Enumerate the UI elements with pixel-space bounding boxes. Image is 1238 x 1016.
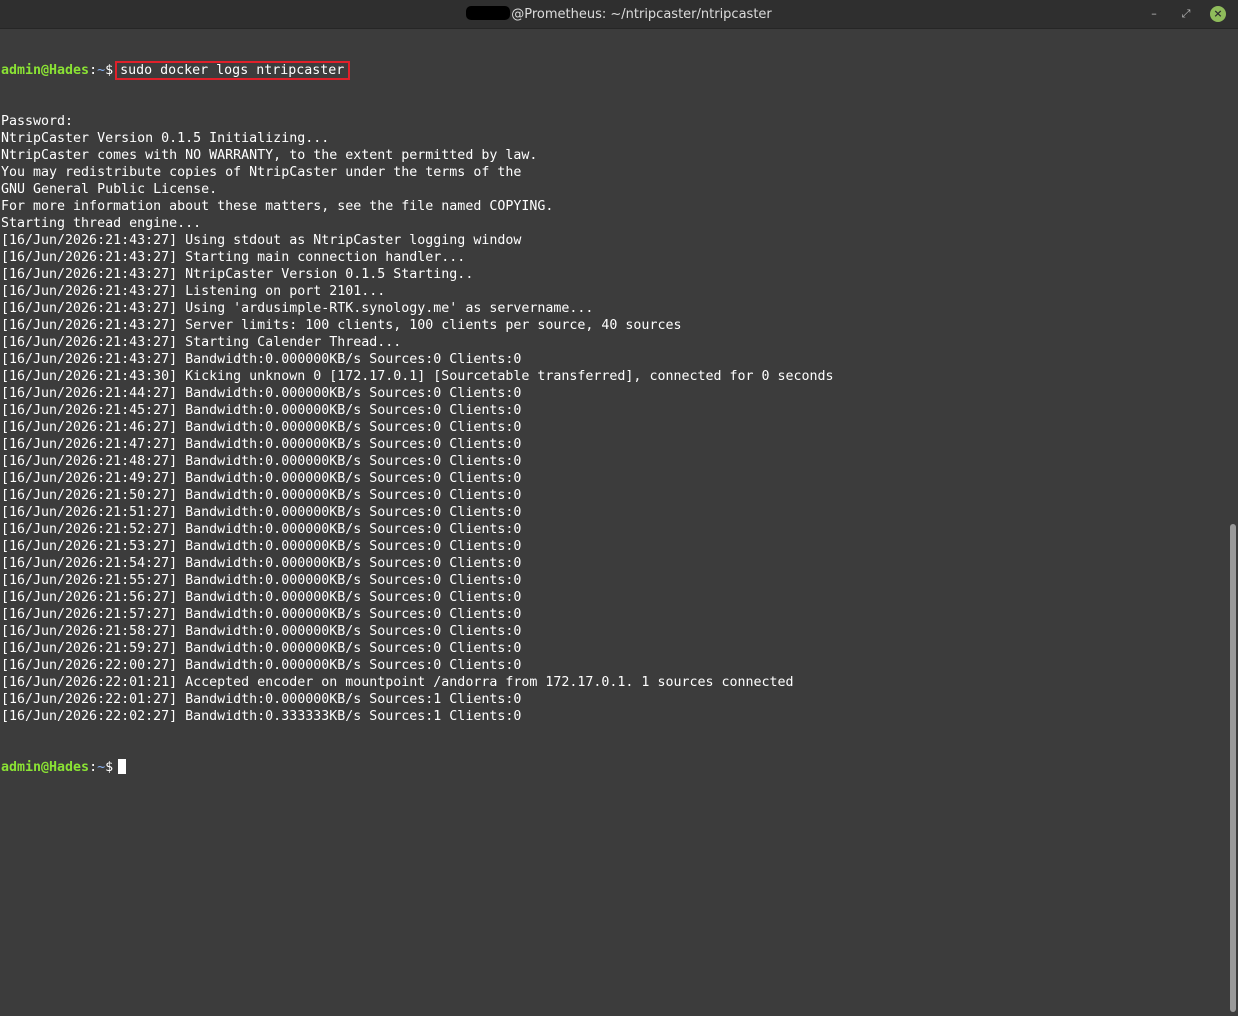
log-line: [16/Jun/2026:21:59:27] Bandwidth:0.00000… (1, 641, 522, 656)
log-line: [16/Jun/2026:21:43:27] Server limits: 10… (1, 318, 682, 333)
prompt-path: ~ (97, 63, 106, 78)
prompt-symbol: $ (105, 760, 114, 775)
log-line: NtripCaster Version 0.1.5 Initializing..… (1, 131, 330, 146)
log-line: GNU General Public License. (1, 182, 218, 197)
log-line: [16/Jun/2026:21:43:27] Using stdout as N… (1, 233, 522, 248)
scrollbar-thumb[interactable] (1230, 524, 1236, 1012)
active-prompt-line: admin@Hades:~$ (1, 759, 1227, 776)
log-line: [16/Jun/2026:21:54:27] Bandwidth:0.00000… (1, 556, 522, 571)
prompt-path: ~ (97, 760, 106, 775)
maximize-icon[interactable]: ⤢ (1178, 6, 1194, 22)
log-line: [16/Jun/2026:21:53:27] Bandwidth:0.00000… (1, 539, 522, 554)
log-line: [16/Jun/2026:21:50:27] Bandwidth:0.00000… (1, 488, 522, 503)
prompt-user-host: admin@Hades (1, 760, 90, 775)
redacted-username (466, 6, 511, 20)
scrollbar[interactable] (1228, 28, 1238, 1016)
prompt-separator: : (89, 760, 98, 775)
terminal-window: @Prometheus: ~/ntripcaster/ntripcaster –… (0, 0, 1238, 1016)
log-line: [16/Jun/2026:21:43:27] Starting Calender… (1, 335, 402, 350)
command-line: admin@Hades:~$ sudo docker logs ntripcast… (1, 61, 1227, 80)
title-bar[interactable]: @Prometheus: ~/ntripcaster/ntripcaster –… (0, 0, 1238, 29)
terminal-output[interactable]: admin@Hades:~$ sudo docker logs ntripcast… (0, 28, 1227, 1016)
log-line: [16/Jun/2026:21:56:27] Bandwidth:0.00000… (1, 590, 522, 605)
log-line: Password: (1, 114, 74, 129)
log-line: [16/Jun/2026:21:49:27] Bandwidth:0.00000… (1, 471, 522, 486)
highlighted-command: sudo docker logs ntripcaster (115, 61, 351, 80)
log-line: NtripCaster comes with NO WARRANTY, to t… (1, 148, 538, 163)
log-line: [16/Jun/2026:21:43:27] Starting main con… (1, 250, 466, 265)
log-line: [16/Jun/2026:22:01:27] Bandwidth:0.00000… (1, 692, 522, 707)
close-icon[interactable]: × (1210, 6, 1226, 22)
log-line: [16/Jun/2026:21:43:27] Using 'ardusimple… (1, 301, 594, 316)
log-line: [16/Jun/2026:22:00:27] Bandwidth:0.00000… (1, 658, 522, 673)
log-line: [16/Jun/2026:22:01:21] Accepted encoder … (1, 675, 794, 690)
log-line: [16/Jun/2026:21:51:27] Bandwidth:0.00000… (1, 505, 522, 520)
prompt-separator: : (89, 63, 98, 78)
log-line: [16/Jun/2026:21:52:27] Bandwidth:0.00000… (1, 522, 522, 537)
log-line: [16/Jun/2026:21:43:27] NtripCaster Versi… (1, 267, 474, 282)
log-line: [16/Jun/2026:21:48:27] Bandwidth:0.00000… (1, 454, 522, 469)
window-title-text: @Prometheus: ~/ntripcaster/ntripcaster (511, 7, 772, 22)
log-line: [16/Jun/2026:21:45:27] Bandwidth:0.00000… (1, 403, 522, 418)
window-title: @Prometheus: ~/ntripcaster/ntripcaster (0, 6, 1238, 23)
log-line: [16/Jun/2026:21:47:27] Bandwidth:0.00000… (1, 437, 522, 452)
prompt-user-host: admin@Hades (1, 63, 90, 78)
prompt-symbol: $ (105, 63, 114, 78)
log-line: Starting thread engine... (1, 216, 202, 231)
log-line: [16/Jun/2026:21:55:27] Bandwidth:0.00000… (1, 573, 522, 588)
log-output: Password: NtripCaster Version 0.1.5 Initi… (1, 113, 1227, 725)
log-line: [16/Jun/2026:21:43:27] Bandwidth:0.00000… (1, 352, 522, 367)
log-line: [16/Jun/2026:21:58:27] Bandwidth:0.00000… (1, 624, 522, 639)
log-line: For more information about these matters… (1, 199, 554, 214)
minimize-icon[interactable]: – (1146, 6, 1162, 22)
text-cursor (118, 759, 127, 774)
log-line: [16/Jun/2026:21:57:27] Bandwidth:0.00000… (1, 607, 522, 622)
log-line: [16/Jun/2026:22:02:27] Bandwidth:0.33333… (1, 709, 522, 724)
log-line: You may redistribute copies of NtripCast… (1, 165, 522, 180)
log-line: [16/Jun/2026:21:43:27] Listening on port… (1, 284, 386, 299)
log-line: [16/Jun/2026:21:43:30] Kicking unknown 0… (1, 369, 834, 384)
log-line: [16/Jun/2026:21:44:27] Bandwidth:0.00000… (1, 386, 522, 401)
log-line: [16/Jun/2026:21:46:27] Bandwidth:0.00000… (1, 420, 522, 435)
